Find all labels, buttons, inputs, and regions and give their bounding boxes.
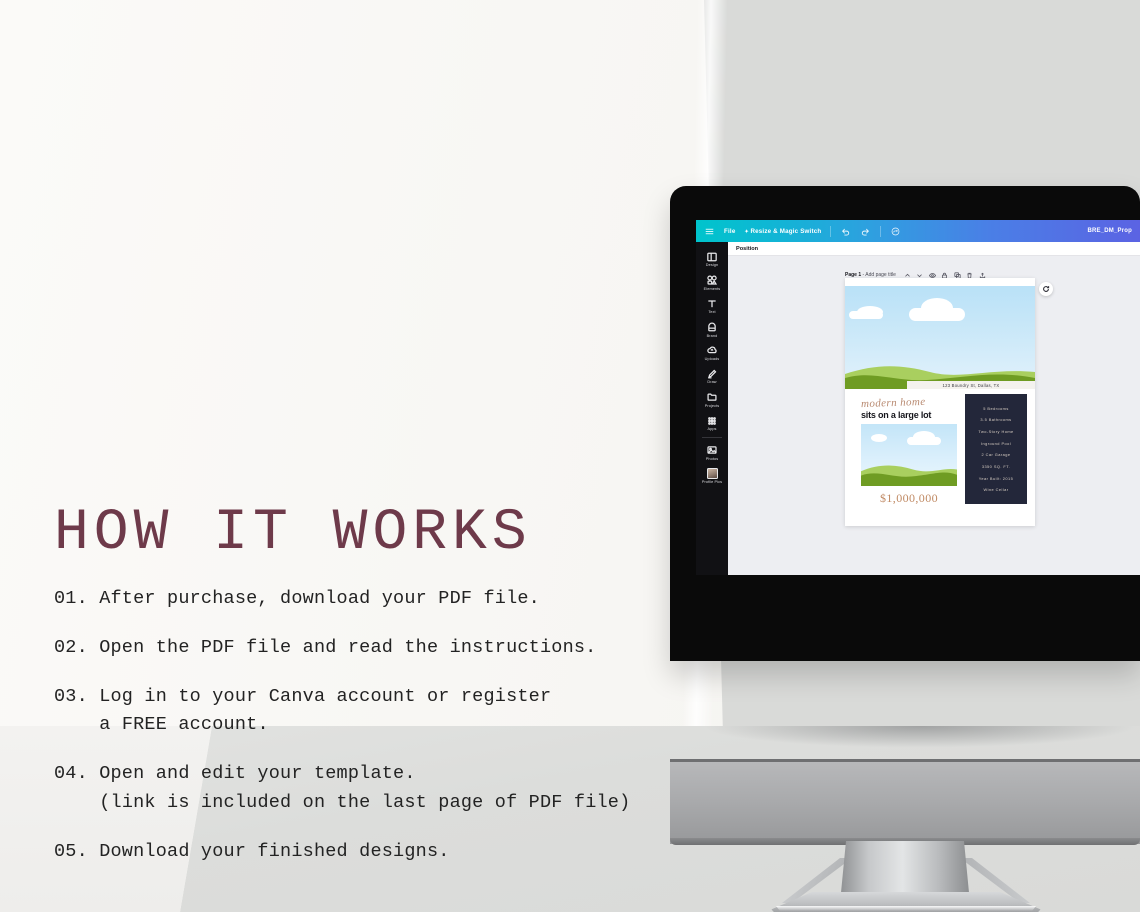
step-item-1: 01. After purchase, download your PDF fi… bbox=[54, 588, 540, 609]
step-item-3: 03. Log in to your Canva account or regi… bbox=[54, 686, 552, 736]
spec-item: Year Built: 2015 bbox=[978, 475, 1014, 481]
sidebar-item-brand[interactable]: Brand bbox=[697, 318, 727, 340]
shapes-icon bbox=[707, 275, 718, 286]
cloud-shape-2b bbox=[909, 308, 965, 321]
property-specs-panel: 5 Bedrooms 3.5 Bathrooms Two-Story Home … bbox=[965, 394, 1027, 504]
spec-item: 2 Car Garage bbox=[981, 452, 1011, 458]
sidebar-divider bbox=[702, 437, 722, 439]
spec-item: Inground Pool bbox=[980, 440, 1012, 446]
sidebar-label-projects: Projects bbox=[704, 403, 720, 408]
canva-topbar: File ✦ Resize & Magic Switch BRE_DM_Prop bbox=[696, 220, 1140, 242]
sidebar-label-brand: Brand bbox=[706, 333, 718, 338]
photo-icon bbox=[707, 445, 718, 456]
sidebar-item-uploads[interactable]: Uploads bbox=[697, 342, 727, 364]
design-page[interactable]: 123 Boundry St, Dallas, TX modern home s… bbox=[845, 278, 1035, 526]
position-button[interactable]: Position bbox=[736, 246, 758, 252]
step-item-4: 04. Open and edit your template. (link i… bbox=[54, 763, 631, 813]
text-icon bbox=[707, 298, 718, 309]
hamburger-icon[interactable] bbox=[704, 226, 715, 237]
spec-item: Two-Story Home bbox=[978, 428, 1014, 434]
redo-icon[interactable] bbox=[860, 226, 871, 237]
imac-monitor: File ✦ Resize & Magic Switch BRE_DM_Prop bbox=[670, 186, 1140, 912]
toolbar-divider-2 bbox=[880, 225, 882, 237]
design-filename[interactable]: BRE_DM_Prop bbox=[1087, 228, 1132, 234]
address-text: 123 Boundry St, Dallas, TX bbox=[942, 382, 1000, 388]
canva-sidebar: Design Elements Text Brand Uploads Draw … bbox=[696, 242, 728, 575]
spec-item: 3.5 Bathrooms bbox=[980, 417, 1012, 423]
step-item-2: 02. Open the PDF file and read the instr… bbox=[54, 637, 597, 659]
canva-workarea: Position Page 1 - Add page title 123 Bou… bbox=[728, 242, 1140, 575]
how-it-works-section: HOW IT WORKS 01. After purchase, downloa… bbox=[54, 505, 694, 866]
monitor-screen: File ✦ Resize & Magic Switch BRE_DM_Prop bbox=[696, 220, 1140, 575]
thumb-cloud-1 bbox=[871, 434, 887, 442]
pen-icon bbox=[707, 368, 718, 379]
file-menu-button[interactable]: File bbox=[724, 228, 735, 235]
toolbar-divider bbox=[830, 225, 832, 237]
resize-magic-switch-button[interactable]: ✦ Resize & Magic Switch bbox=[744, 228, 821, 235]
page-title: HOW IT WORKS bbox=[54, 501, 532, 566]
script-headline: modern home bbox=[860, 395, 926, 411]
sidebar-item-apps[interactable]: Apps bbox=[697, 412, 727, 434]
address-bar: 123 Boundry St, Dallas, TX bbox=[907, 381, 1035, 389]
cloud-shape-1b bbox=[849, 311, 883, 319]
undo-icon[interactable] bbox=[840, 226, 851, 237]
step-item-5: 05. Download your finished designs. bbox=[54, 840, 450, 862]
steps-list: 01. After purchase, download your PDF fi… bbox=[54, 585, 694, 866]
sidebar-item-draw[interactable]: Draw bbox=[697, 365, 727, 387]
folder-icon bbox=[707, 392, 718, 403]
sidebar-label-uploads: Uploads bbox=[704, 356, 720, 361]
property-thumbnail bbox=[861, 424, 957, 486]
sidebar-label-photos: Photos bbox=[705, 456, 719, 461]
monitor-chin bbox=[670, 762, 1140, 844]
price-text: $1,000,000 bbox=[880, 491, 938, 505]
sidebar-label-design: Design bbox=[705, 263, 719, 268]
spec-item: 3350 SQ. FT. bbox=[981, 463, 1011, 469]
sidebar-item-projects[interactable]: Projects bbox=[697, 388, 727, 410]
cloud-sync-icon[interactable] bbox=[890, 226, 901, 237]
grid-icon bbox=[707, 415, 718, 426]
canva-app: File ✦ Resize & Magic Switch BRE_DM_Prop bbox=[696, 220, 1140, 575]
refresh-icon[interactable] bbox=[1039, 282, 1053, 296]
canva-canvas-area: Page 1 - Add page title 123 Boundry St, … bbox=[728, 256, 1140, 575]
sidebar-label-profile-pics: Profile Pics bbox=[701, 479, 723, 484]
spec-item: 5 Bedrooms bbox=[983, 405, 1009, 411]
stand-base-highlight bbox=[776, 906, 1036, 911]
sidebar-label-apps: Apps bbox=[707, 427, 717, 432]
sidebar-item-elements[interactable]: Elements bbox=[697, 271, 727, 293]
thumb-cloud-2b bbox=[907, 437, 941, 445]
layout-icon bbox=[707, 251, 718, 262]
canva-body: Design Elements Text Brand Uploads Draw … bbox=[696, 242, 1140, 575]
sidebar-item-profile-pics[interactable]: Profile Pics bbox=[697, 465, 727, 487]
sidebar-item-text[interactable]: Text bbox=[697, 295, 727, 317]
sidebar-label-text: Text bbox=[708, 310, 716, 315]
upload-cloud-icon bbox=[707, 345, 718, 356]
sidebar-label-draw: Draw bbox=[707, 380, 717, 385]
sidebar-label-elements: Elements bbox=[703, 286, 721, 291]
brand-icon bbox=[707, 322, 718, 333]
avatar-icon bbox=[706, 467, 718, 479]
sidebar-item-design[interactable]: Design bbox=[697, 248, 727, 270]
tagline-text: sits on a large lot bbox=[861, 410, 932, 420]
position-toolbar: Position bbox=[728, 242, 1140, 256]
spec-item: Wine Cellar bbox=[983, 487, 1009, 493]
sidebar-item-photos[interactable]: Photos bbox=[697, 441, 727, 463]
